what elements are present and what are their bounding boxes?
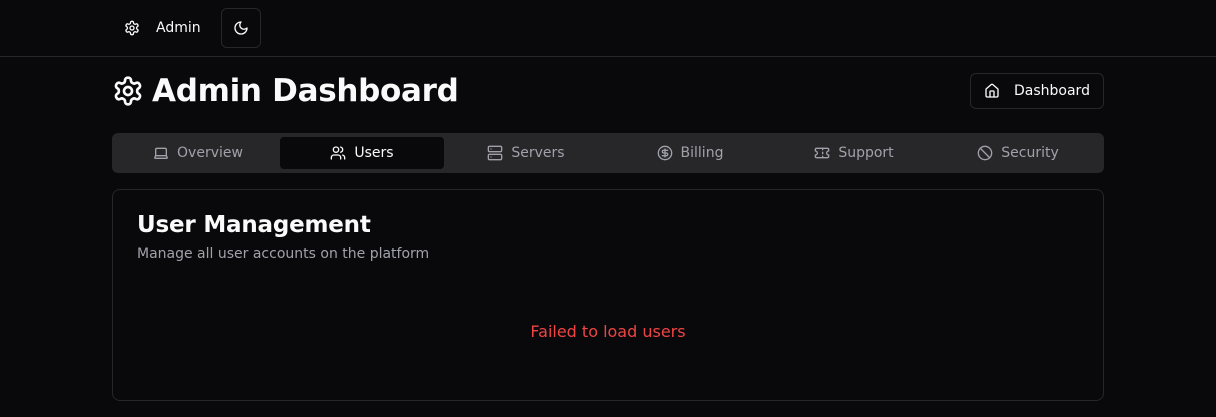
gear-icon: [114, 76, 142, 106]
admin-nav-link[interactable]: Admin: [112, 8, 213, 48]
dashboard-button[interactable]: Dashboard: [970, 73, 1104, 109]
user-management-card: User Management Manage all user accounts…: [112, 189, 1104, 401]
page-title: Admin Dashboard: [152, 73, 459, 109]
top-nav-bar: Admin: [0, 0, 1216, 57]
admin-tabs: Overview Users Servers Billing Support S…: [112, 133, 1104, 173]
tab-security-label: Security: [1001, 145, 1059, 161]
theme-toggle-button[interactable]: [221, 8, 261, 48]
gear-icon: [125, 20, 139, 36]
dashboard-button-label: Dashboard: [1014, 83, 1090, 99]
card-title: User Management: [137, 212, 371, 238]
admin-nav-label: Admin: [156, 20, 201, 36]
card-description: Manage all user accounts on the platform: [137, 246, 430, 262]
tab-servers[interactable]: Servers: [444, 137, 608, 169]
page-title-group: Admin Dashboard: [112, 72, 459, 110]
tab-servers-label: Servers: [511, 145, 565, 161]
home-icon: [985, 83, 999, 98]
ticket-icon: [814, 147, 830, 159]
tab-billing-label: Billing: [680, 145, 724, 161]
error-message: Failed to load users: [530, 322, 686, 341]
dollar-circle-icon: [657, 145, 672, 161]
tab-billing[interactable]: Billing: [608, 137, 772, 169]
tab-users[interactable]: Users: [280, 137, 444, 169]
tab-overview-label: Overview: [177, 145, 243, 161]
tab-support[interactable]: Support: [772, 137, 936, 169]
page-header: Admin Dashboard Dashboard: [112, 72, 1104, 110]
server-icon: [488, 145, 503, 161]
tab-users-label: Users: [354, 145, 394, 161]
users-icon: [331, 146, 346, 160]
tab-security[interactable]: Security: [936, 137, 1100, 169]
laptop-icon: [154, 147, 168, 159]
tab-overview[interactable]: Overview: [116, 137, 280, 169]
tab-support-label: Support: [838, 145, 894, 161]
moon-icon: [234, 21, 248, 35]
ban-icon: [977, 145, 993, 161]
